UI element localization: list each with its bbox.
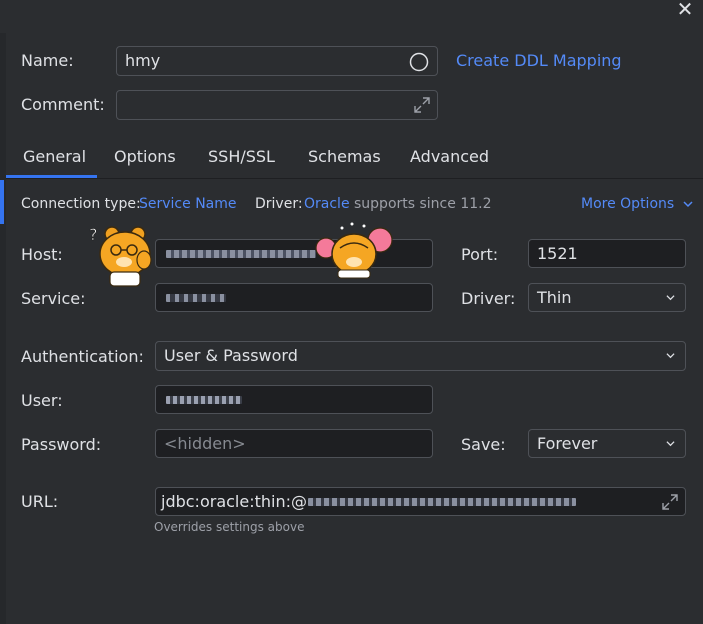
url-prefix: jdbc:oracle:thin:@ [161, 492, 307, 511]
redacted-user [166, 396, 242, 404]
selected-indicator [0, 180, 4, 224]
driver-select[interactable]: Thin [528, 283, 686, 312]
save-select[interactable]: Forever [528, 429, 686, 458]
password-label: Password: [21, 435, 102, 454]
password-placeholder: <hidden> [164, 434, 246, 453]
user-input[interactable] [155, 385, 433, 414]
more-options-label: More Options [581, 196, 675, 212]
service-label: Service: [21, 289, 86, 308]
driver-select-label: Driver: [461, 289, 516, 308]
save-label: Save: [461, 435, 506, 454]
left-gutter [0, 33, 6, 624]
name-input[interactable]: hmy [116, 46, 438, 76]
title-bar [0, 0, 703, 33]
host-label: Host: [21, 245, 63, 264]
port-label: Port: [461, 245, 499, 264]
tab-advanced[interactable]: Advanced [410, 147, 489, 167]
chevron-down-icon [666, 295, 675, 301]
driver-link[interactable]: Oracle [304, 195, 350, 213]
url-note: Overrides settings above [154, 520, 305, 534]
redacted-service [166, 294, 226, 302]
driver-select-value: Thin [537, 288, 572, 307]
authentication-value: User & Password [164, 346, 298, 365]
create-ddl-mapping-link[interactable]: Create DDL Mapping [456, 51, 622, 70]
expand-icon[interactable] [412, 95, 432, 115]
service-input[interactable] [155, 283, 433, 312]
chevron-down-icon [666, 441, 675, 447]
url-label: URL: [21, 492, 59, 511]
chevron-down-icon [683, 201, 693, 208]
tab-ssh-ssl[interactable]: SSH/SSL [208, 147, 275, 167]
cartoon-lion-pompom-sticker [315, 222, 393, 279]
password-input[interactable]: <hidden> [155, 429, 433, 458]
driver-version-note: supports since 11.2 [354, 196, 492, 212]
expand-icon[interactable] [660, 492, 680, 512]
driver-label: Driver: [255, 196, 303, 212]
save-value: Forever [537, 434, 598, 453]
more-options-button[interactable]: More Options [581, 195, 693, 213]
close-icon[interactable]: ✕ [674, 0, 696, 20]
cartoon-lion-thinking-sticker: ? [89, 225, 152, 287]
authentication-select[interactable]: User & Password [155, 341, 686, 371]
redacted-url [308, 498, 576, 506]
url-input[interactable]: jdbc:oracle:thin:@ [155, 487, 686, 516]
chevron-down-icon [666, 353, 675, 359]
color-picker-icon[interactable] [409, 52, 429, 72]
authentication-label: Authentication: [21, 347, 144, 366]
svg-text:?: ? [89, 225, 98, 244]
user-label: User: [21, 391, 63, 410]
tab-options[interactable]: Options [114, 147, 176, 167]
redacted-host [166, 250, 316, 258]
comment-label: Comment: [21, 95, 105, 114]
port-value: 1521 [537, 244, 578, 263]
name-value: hmy [125, 51, 161, 70]
tabs-divider [6, 178, 703, 179]
connection-type-link[interactable]: Service Name [139, 195, 237, 213]
comment-input[interactable] [116, 90, 438, 120]
name-label: Name: [21, 51, 74, 70]
port-input[interactable]: 1521 [528, 239, 686, 268]
tab-general[interactable]: General [23, 147, 86, 167]
tab-schemas[interactable]: Schemas [308, 147, 381, 167]
connection-type-label: Connection type: [21, 196, 141, 212]
